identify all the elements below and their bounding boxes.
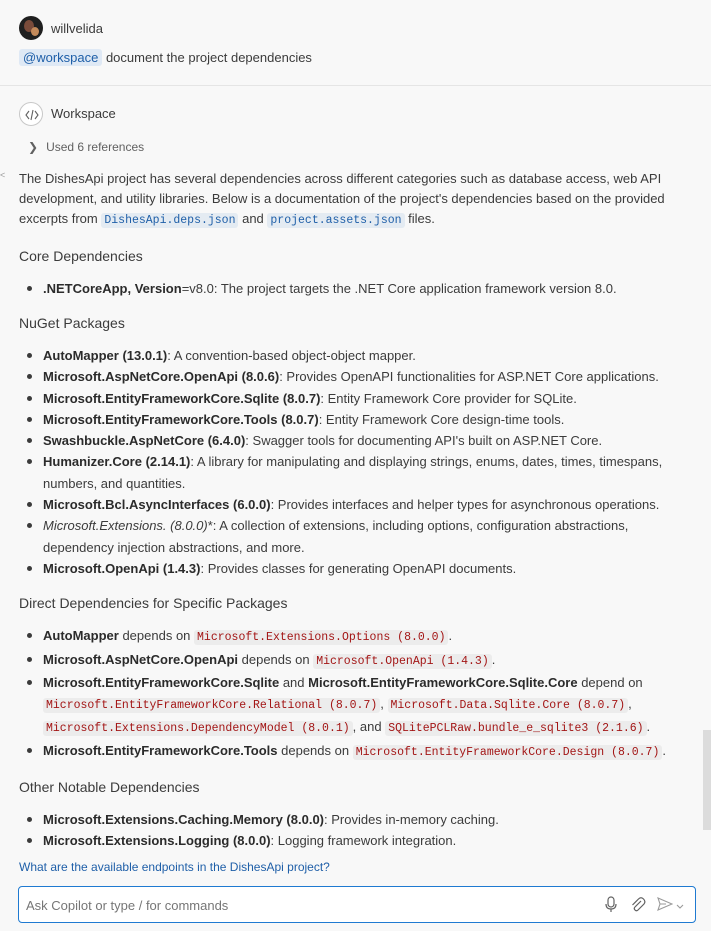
list-item: Microsoft.EntityFrameworkCore.Tools (8.0… xyxy=(19,409,679,430)
file-link-deps[interactable]: DishesApi.deps.json xyxy=(101,213,239,228)
list-item: Microsoft.EntityFrameworkCore.Sqlite and… xyxy=(19,672,679,740)
file-link-assets[interactable]: project.assets.json xyxy=(267,213,405,228)
item-name: Swashbuckle.AspNetCore (6.4.0) xyxy=(43,433,246,449)
intro-and: and xyxy=(238,211,268,226)
send-icon[interactable] xyxy=(657,897,674,914)
chat-input[interactable] xyxy=(26,895,586,915)
item-text: depends on xyxy=(238,651,314,667)
item-name: Humanizer.Core (2.14.1) xyxy=(43,454,191,470)
item-desc: : Swagger tools for documenting API's bu… xyxy=(245,433,603,449)
dependency-code: Microsoft.EntityFrameworkCore.Design (8.… xyxy=(352,744,663,760)
agent-name: Workspace xyxy=(51,106,116,121)
code-icon xyxy=(19,102,43,126)
item-desc: : Logging framework integration. xyxy=(270,833,457,849)
section-other-title: Other Notable Dependencies xyxy=(19,779,200,796)
item-text: depends on xyxy=(277,742,353,758)
list-item: Microsoft.OpenApi (1.4.3): Provides clas… xyxy=(19,558,679,579)
item-name: Microsoft.EntityFrameworkCore.Tools xyxy=(43,742,278,758)
item-name: Microsoft.EntityFrameworkCore.Sqlite.Cor… xyxy=(308,674,578,690)
section-nuget-title: NuGet Packages xyxy=(19,315,125,331)
item-desc: : Provides classes for generating OpenAP… xyxy=(200,560,517,576)
item-desc: : Provides in-memory caching. xyxy=(324,812,499,828)
references-label: Used 6 references xyxy=(46,140,145,154)
intro-end: files. xyxy=(404,211,435,226)
item-text: . xyxy=(662,742,666,758)
list-item: Swashbuckle.AspNetCore (6.4.0): Swagger … xyxy=(19,430,679,451)
dependency-code: Microsoft.Data.Sqlite.Core (8.0.7) xyxy=(387,698,629,714)
workspace-mention[interactable]: @workspace xyxy=(19,49,103,66)
item-text: . xyxy=(491,651,496,667)
item-name: Microsoft.AspNetCore.OpenApi xyxy=(43,651,239,667)
item-name: Microsoft.EntityFrameworkCore.Sqlite (8.… xyxy=(43,390,321,406)
response-content: The DishesApi project has several depend… xyxy=(19,169,679,865)
list-item: Microsoft.EntityFrameworkCore.Tools depe… xyxy=(19,740,679,763)
item-desc: : Entity Framework Core provider for SQL… xyxy=(320,390,577,406)
scrollbar-thumb[interactable] xyxy=(703,730,711,830)
item-name: Microsoft.EntityFrameworkCore.Tools (8.0… xyxy=(43,411,319,427)
list-item: Microsoft.Bcl.AsyncInterfaces (6.0.0): P… xyxy=(19,494,679,515)
direct-list: AutoMapper depends on Microsoft.Extensio… xyxy=(19,625,679,763)
references-toggle[interactable]: ❯ Used 6 references xyxy=(28,140,144,154)
item-name: Microsoft.Extensions.Logging (8.0.0) xyxy=(43,833,271,849)
dependency-code: Microsoft.OpenApi (1.4.3) xyxy=(313,653,492,669)
item-text: . xyxy=(448,628,453,644)
list-item: AutoMapper depends on Microsoft.Extensio… xyxy=(19,625,679,648)
collapse-marker-icon: < xyxy=(0,170,6,180)
item-name: Microsoft.AspNetCore.OpenApi (8.0.6) xyxy=(43,369,280,385)
item-text: . xyxy=(646,719,651,735)
list-item: AutoMapper (13.0.1): A convention-based … xyxy=(19,345,679,366)
item-desc: : Provides OpenAPI functionalities for A… xyxy=(279,369,659,385)
item-text: and xyxy=(279,674,309,690)
item-text: depend on xyxy=(577,674,643,690)
dependency-code: Microsoft.Extensions.Options (8.0.0) xyxy=(194,630,449,646)
list-item: Microsoft.Extensions. (8.0.0)*: A collec… xyxy=(19,515,679,558)
avatar xyxy=(19,16,43,40)
item-text: , xyxy=(628,696,632,712)
item-name: Microsoft.Bcl.AsyncInterfaces (6.0.0) xyxy=(43,497,271,513)
attach-icon[interactable] xyxy=(630,896,646,917)
list-item: .NETCoreApp, Version=v8.0: The project t… xyxy=(19,278,679,299)
user-prompt: @workspace document the project dependen… xyxy=(19,49,312,66)
item-name: AutoMapper xyxy=(43,628,119,644)
item-name: Microsoft.EntityFrameworkCore.Sqlite xyxy=(43,674,280,690)
dependency-code: Microsoft.Extensions.DependencyModel (8.… xyxy=(43,721,353,737)
dependency-code: Microsoft.EntityFrameworkCore.Relational… xyxy=(43,698,381,714)
item-name: .NETCoreApp, Version xyxy=(43,281,182,296)
list-item: Microsoft.AspNetCore.OpenApi depends on … xyxy=(19,649,679,672)
user-message: willvelida @workspace document the proje… xyxy=(0,0,711,86)
chevron-right-icon: ❯ xyxy=(28,140,39,154)
item-desc: : Provides interfaces and helper types f… xyxy=(270,497,660,513)
item-text: , xyxy=(380,696,388,712)
other-list: Microsoft.Extensions.Caching.Memory (8.0… xyxy=(19,809,679,851)
list-item: Microsoft.AspNetCore.OpenApi (8.0.6): Pr… xyxy=(19,366,679,387)
list-item: Humanizer.Core (2.14.1): A library for m… xyxy=(19,451,679,494)
core-list: .NETCoreApp, Version=v8.0: The project t… xyxy=(19,278,679,299)
microphone-icon[interactable] xyxy=(604,896,618,917)
section-direct-title: Direct Dependencies for Specific Package… xyxy=(19,595,288,612)
chat-input-box[interactable] xyxy=(18,886,696,923)
intro-paragraph: The DishesApi project has several depend… xyxy=(19,169,679,231)
item-name: AutoMapper (13.0.1) xyxy=(43,348,168,363)
section-core-title: Core Dependencies xyxy=(19,248,143,264)
list-item: Microsoft.EntityFrameworkCore.Sqlite (8.… xyxy=(19,388,679,409)
list-item: Microsoft.Extensions.Caching.Memory (8.0… xyxy=(19,809,679,830)
item-desc: : The project targets the .NET Core appl… xyxy=(213,281,617,296)
item-name: Microsoft.Extensions. (8.0.0) xyxy=(43,518,208,534)
dependency-code: SQLitePCLRaw.bundle_e_sqlite3 (2.1.6) xyxy=(385,721,647,737)
chevron-down-icon[interactable] xyxy=(676,899,684,914)
item-text: , and xyxy=(352,719,386,735)
item-desc: : A convention-based object-object mappe… xyxy=(167,348,416,363)
item-name: Microsoft.OpenApi (1.4.3) xyxy=(43,560,201,576)
item-text: depends on xyxy=(118,628,195,644)
followup-suggestion[interactable]: What are the available endpoints in the … xyxy=(19,860,330,874)
item-extra: =v8.0 xyxy=(181,281,214,296)
username: willvelida xyxy=(51,21,104,36)
item-name: Microsoft.Extensions.Caching.Memory (8.0… xyxy=(43,812,325,828)
list-item: Microsoft.Extensions.Logging (8.0.0): Lo… xyxy=(19,830,679,851)
item-desc: : Entity Framework Core design-time tool… xyxy=(318,411,565,427)
nuget-list: AutoMapper (13.0.1): A convention-based … xyxy=(19,345,679,579)
prompt-text: document the project dependencies xyxy=(102,50,312,65)
